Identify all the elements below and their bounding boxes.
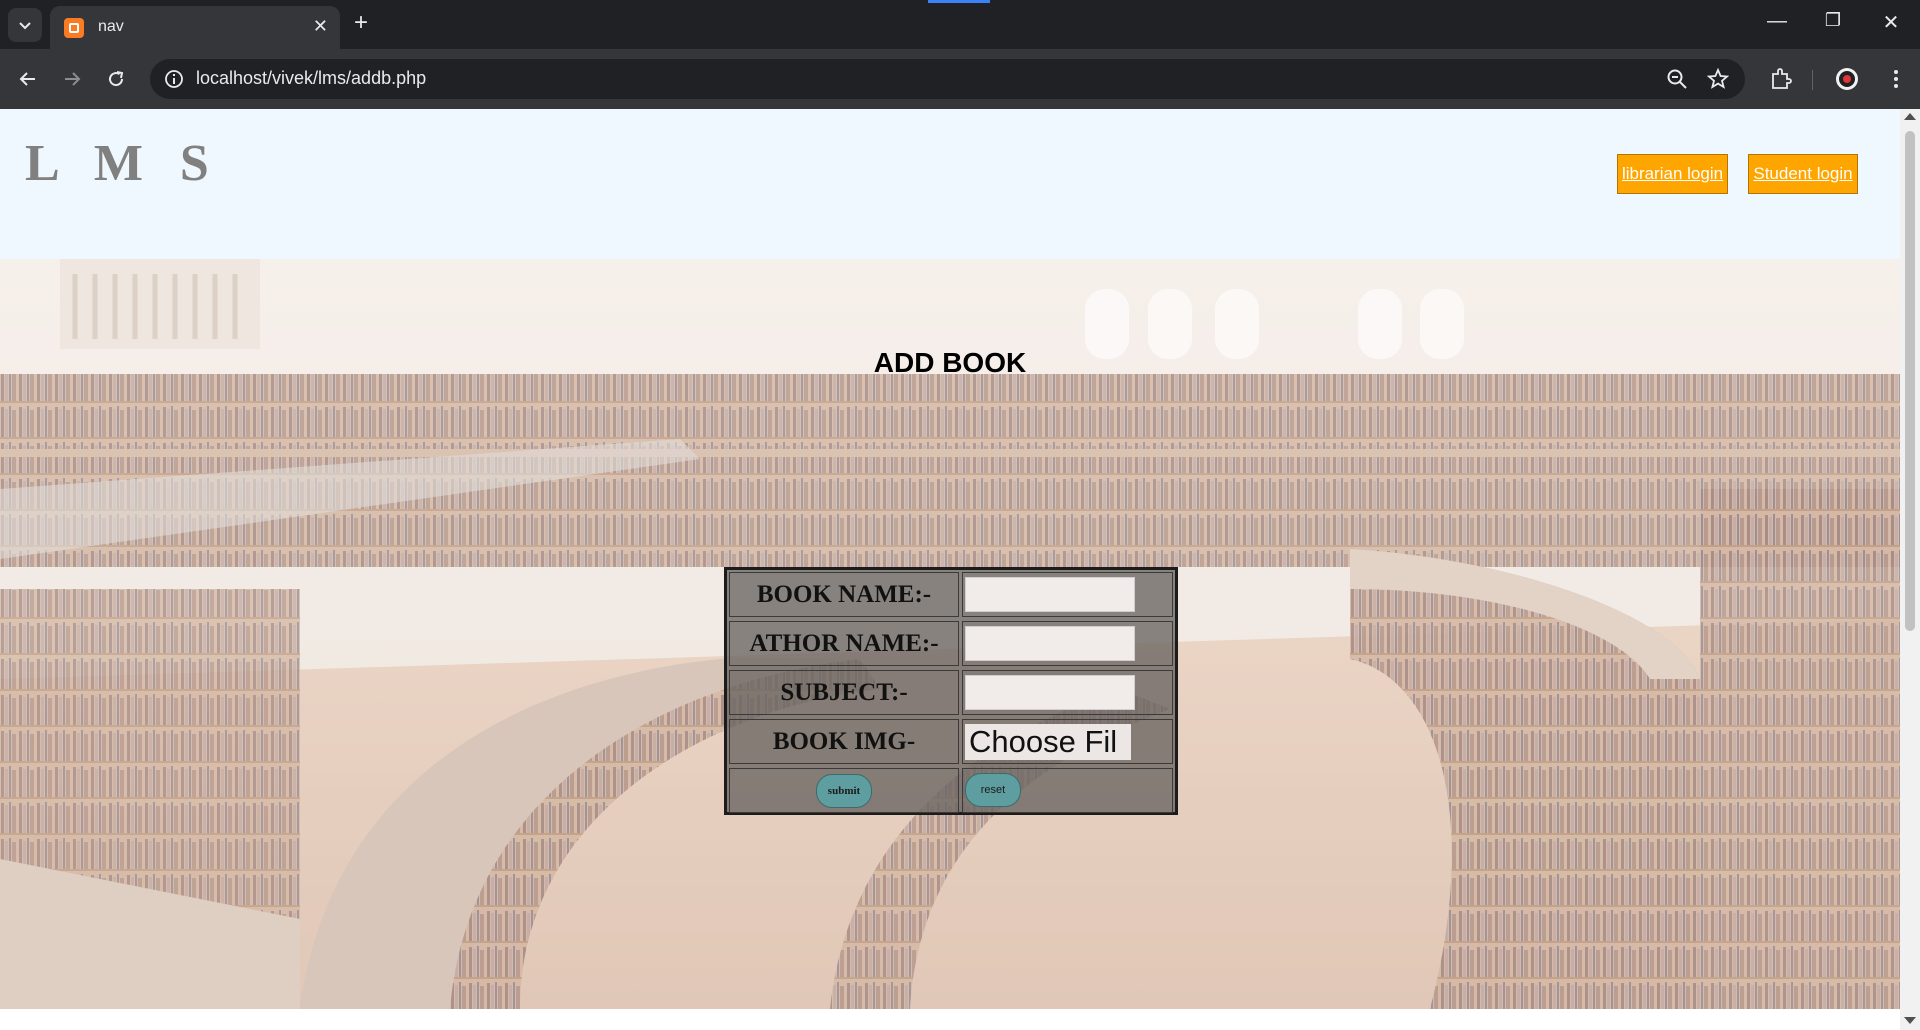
add-book-form: BOOK NAME:- ATHOR NAME:- SUBJECT:- BOOK … — [724, 567, 1178, 815]
library-background: ADD BOOK BOOK NAME:- ATHOR NAME:- SUBJEC… — [0, 259, 1900, 1009]
author-name-input[interactable] — [965, 626, 1135, 661]
book-name-row: BOOK NAME:- — [727, 570, 1175, 619]
tab-title: nav — [98, 18, 124, 35]
scroll-up-icon[interactable] — [1904, 113, 1916, 120]
submit-button[interactable]: submit — [816, 774, 872, 808]
page-viewport: L M S librarian login Student login ADD … — [0, 109, 1900, 1009]
submit-cell: submit — [729, 768, 959, 813]
active-indicator — [928, 0, 990, 3]
page-scrollbar[interactable] — [1900, 109, 1920, 1030]
toolbar-divider — [1812, 70, 1813, 90]
tab-list-icon[interactable] — [8, 8, 42, 42]
author-name-row: ATHOR NAME:- — [727, 619, 1175, 668]
star-icon[interactable] — [1706, 67, 1730, 90]
address-bar[interactable]: localhost/vivek/lms/addb.php — [150, 59, 1745, 99]
subject-input[interactable] — [965, 675, 1135, 710]
scroll-thumb[interactable] — [1905, 131, 1915, 631]
page-title: ADD BOOK — [873, 347, 1027, 378]
zoom-out-icon[interactable] — [1666, 68, 1688, 90]
site-header: L M S librarian login Student login — [0, 109, 1900, 259]
page-bottom-area — [0, 1009, 1900, 1030]
forward-icon[interactable] — [56, 63, 88, 95]
restore-icon[interactable]: ❐ — [1813, 10, 1853, 31]
actions-row: submit reset — [727, 766, 1175, 815]
book-img-cell: Choose Fil — [962, 719, 1173, 764]
subject-label: SUBJECT:- — [729, 670, 959, 715]
student-login-link[interactable]: Student login — [1748, 154, 1858, 194]
reload-icon[interactable] — [100, 63, 132, 95]
back-icon[interactable] — [12, 63, 44, 95]
book-img-label: BOOK IMG- — [729, 719, 959, 764]
scroll-down-icon[interactable] — [1904, 1017, 1916, 1024]
tab-strip: nav ✕ + — ❐ ✕ — [0, 0, 1920, 49]
book-img-row: BOOK IMG- Choose Fil — [727, 717, 1175, 766]
reset-cell: reset — [962, 768, 1173, 813]
book-name-input[interactable] — [965, 577, 1135, 612]
minimize-icon[interactable]: — — [1757, 10, 1797, 33]
url-text: localhost/vivek/lms/addb.php — [196, 68, 427, 88]
plus-icon[interactable]: + — [354, 10, 368, 36]
close-icon[interactable]: ✕ — [313, 16, 328, 36]
subject-row: SUBJECT:- — [727, 668, 1175, 717]
xampp-favicon-icon — [64, 18, 84, 38]
info-icon[interactable] — [164, 69, 184, 89]
choose-file-button[interactable]: Choose Fil — [965, 724, 1131, 760]
author-name-cell — [962, 621, 1173, 666]
close-window-icon[interactable]: ✕ — [1871, 10, 1911, 35]
extensions-icon[interactable] — [1768, 66, 1794, 92]
book-name-label: BOOK NAME:- — [729, 572, 959, 617]
librarian-login-link[interactable]: librarian login — [1617, 154, 1728, 194]
menu-icon[interactable] — [1883, 66, 1909, 92]
browser-tab[interactable]: nav ✕ — [50, 6, 340, 49]
book-name-cell — [962, 572, 1173, 617]
subject-cell — [962, 670, 1173, 715]
browser-toolbar: localhost/vivek/lms/addb.php — [0, 49, 1920, 109]
reset-button[interactable]: reset — [965, 773, 1021, 807]
author-name-label: ATHOR NAME:- — [729, 621, 959, 666]
profile-icon[interactable] — [1834, 66, 1860, 92]
site-logo: L M S — [25, 135, 221, 192]
